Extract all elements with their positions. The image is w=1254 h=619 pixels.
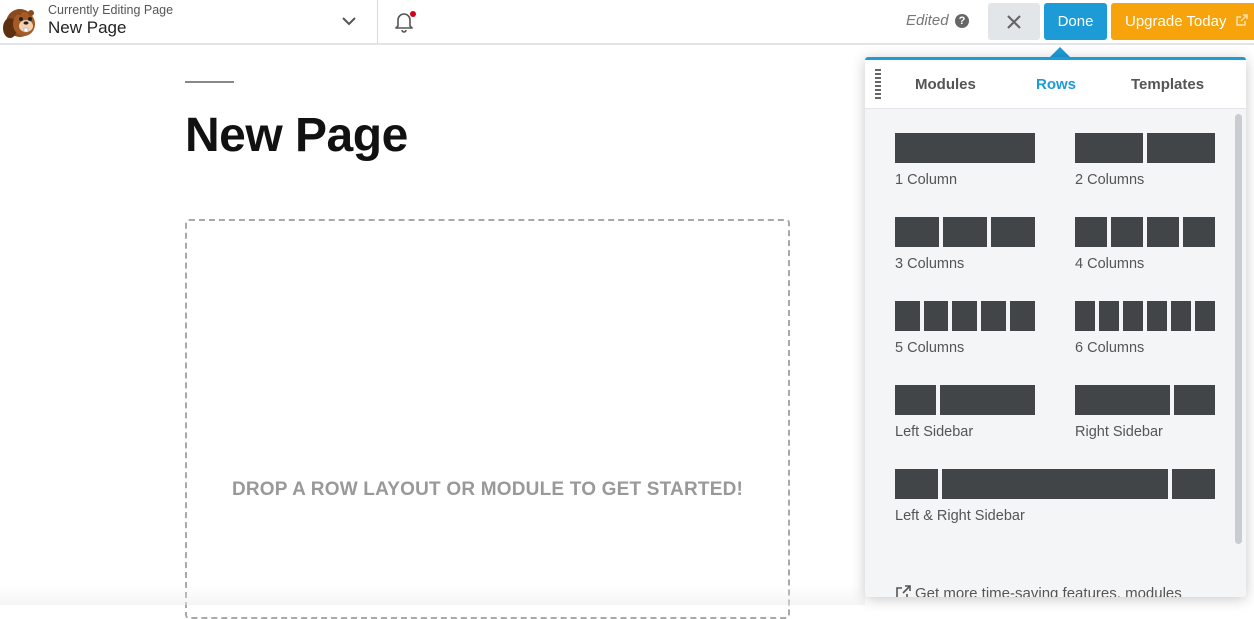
row-label: 2 Columns bbox=[1075, 172, 1145, 188]
tab-modules[interactable]: Modules bbox=[915, 76, 976, 93]
notification-dot bbox=[410, 11, 416, 17]
current-page-name: New Page bbox=[48, 18, 127, 37]
row-label: 1 Column bbox=[895, 172, 958, 188]
row-label: Left Sidebar bbox=[895, 424, 974, 440]
row-label: Left & Right Sidebar bbox=[895, 508, 1025, 524]
upgrade-button[interactable]: Upgrade Today bbox=[1111, 3, 1254, 40]
row-layout-4-columns[interactable]: 4 Columns bbox=[1075, 217, 1215, 272]
close-icon bbox=[1007, 15, 1021, 29]
row-layout-3-columns[interactable]: 3 Columns bbox=[895, 217, 1035, 272]
row-layout-left-sidebar[interactable]: Left Sidebar bbox=[895, 385, 1035, 440]
row-label: 6 Columns bbox=[1075, 340, 1145, 356]
get-more-features-text: Get more time-saving features, modules bbox=[915, 585, 1182, 597]
external-link-icon bbox=[1235, 4, 1248, 40]
row-label: 5 Columns bbox=[895, 340, 965, 356]
row-label: Right Sidebar bbox=[1075, 424, 1163, 440]
divider bbox=[377, 0, 378, 44]
row-preview bbox=[895, 217, 1035, 247]
external-link-icon bbox=[896, 585, 911, 597]
row-label: 3 Columns bbox=[895, 256, 965, 272]
done-button[interactable]: Done bbox=[1044, 3, 1107, 40]
chevron-down-icon[interactable] bbox=[340, 12, 358, 30]
row-preview bbox=[895, 301, 1035, 331]
bottom-fade bbox=[0, 585, 865, 605]
row-layout-left-right-sidebar[interactable]: Left & Right Sidebar bbox=[895, 469, 1215, 524]
rows-list: 1 Column 2 Columns 3 Columns 4 Columns 5… bbox=[865, 109, 1246, 597]
drag-handle-icon[interactable] bbox=[875, 69, 881, 99]
row-layout-6-columns[interactable]: 6 Columns bbox=[1075, 301, 1215, 356]
editing-info[interactable]: Currently Editing Page New Page bbox=[48, 3, 173, 39]
row-preview bbox=[1075, 385, 1215, 415]
edited-status: Edited bbox=[906, 12, 949, 29]
tab-templates[interactable]: Templates bbox=[1131, 76, 1204, 93]
top-bar: Currently Editing Page New Page Edited ?… bbox=[0, 0, 1254, 45]
row-layout-2-columns[interactable]: 2 Columns bbox=[1075, 133, 1215, 188]
row-layout-right-sidebar[interactable]: Right Sidebar bbox=[1075, 385, 1215, 440]
help-icon[interactable]: ? bbox=[955, 14, 969, 28]
row-layout-1-column[interactable]: 1 Column bbox=[895, 133, 1035, 188]
row-preview bbox=[1075, 133, 1215, 163]
row-preview bbox=[1075, 217, 1215, 247]
tab-rows[interactable]: Rows bbox=[1036, 76, 1076, 93]
row-label: 4 Columns bbox=[1075, 256, 1145, 272]
row-preview bbox=[1075, 301, 1215, 331]
drop-zone-message: DROP A ROW LAYOUT OR MODULE TO GET START… bbox=[231, 479, 744, 500]
beaver-logo-icon[interactable] bbox=[2, 4, 42, 40]
content-panel: Modules Rows Templates 1 Column 2 Column… bbox=[865, 57, 1246, 597]
panel-tabs: Modules Rows Templates bbox=[865, 60, 1246, 109]
close-button[interactable] bbox=[988, 3, 1040, 40]
row-preview bbox=[895, 133, 1035, 163]
title-rule bbox=[185, 81, 234, 83]
row-preview bbox=[895, 469, 1215, 499]
row-layout-5-columns[interactable]: 5 Columns bbox=[895, 301, 1035, 356]
get-more-features-link[interactable]: Get more time-saving features, modules bbox=[895, 585, 1182, 597]
drop-zone[interactable]: DROP A ROW LAYOUT OR MODULE TO GET START… bbox=[185, 219, 790, 619]
row-preview bbox=[895, 385, 1035, 415]
editing-label: Currently Editing Page bbox=[48, 3, 174, 17]
page-title: New Page bbox=[185, 109, 408, 162]
upgrade-label: Upgrade Today bbox=[1125, 13, 1227, 30]
panel-scrollbar[interactable] bbox=[1235, 114, 1242, 544]
